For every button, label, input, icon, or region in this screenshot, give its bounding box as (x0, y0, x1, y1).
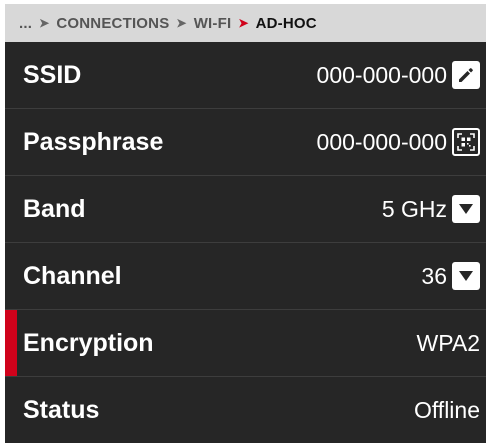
setting-value: 000-000-000 (316, 128, 447, 155)
setting-label: Channel (23, 261, 122, 290)
setting-label: Passphrase (23, 127, 164, 156)
setting-row-encryption[interactable]: Encryption WPA2 (5, 310, 486, 377)
breadcrumb-active-separator-icon: ➤ (238, 16, 249, 30)
breadcrumb-separator-icon: ➤ (39, 16, 50, 30)
breadcrumb-separator-icon: ➤ (176, 16, 187, 30)
qr-code-icon[interactable] (452, 128, 480, 156)
setting-label: SSID (23, 60, 82, 89)
breadcrumb: ... ➤ CONNECTIONS ➤ WI-FI ➤ AD-HOC (5, 4, 486, 42)
setting-value: WPA2 (416, 329, 480, 356)
setting-value: 36 (421, 262, 447, 289)
edit-icon[interactable] (452, 61, 480, 89)
dropdown-icon[interactable] (452, 262, 480, 290)
breadcrumb-ellipsis[interactable]: ... (19, 15, 32, 32)
setting-value: 000-000-000 (316, 61, 447, 88)
setting-row-band[interactable]: Band 5 GHz (5, 176, 486, 243)
setting-row-channel[interactable]: Channel 36 (5, 243, 486, 310)
setting-row-ssid[interactable]: SSID 000-000-000 (5, 42, 486, 109)
setting-label: Encryption (23, 328, 154, 357)
setting-label: Status (23, 396, 100, 424)
setting-label: Band (23, 194, 86, 223)
selection-indicator (5, 310, 17, 376)
setting-row-passphrase[interactable]: Passphrase 000-000-000 (5, 109, 486, 176)
setting-value: Offline (413, 397, 480, 423)
settings-screen: ... ➤ CONNECTIONS ➤ WI-FI ➤ AD-HOC SSID … (5, 4, 486, 443)
setting-value: 5 GHz (381, 195, 447, 222)
breadcrumb-wifi[interactable]: WI-FI (194, 15, 232, 32)
breadcrumb-current: AD-HOC (255, 14, 317, 32)
setting-row-status: Status Offline (5, 377, 486, 443)
dropdown-icon[interactable] (452, 195, 480, 223)
breadcrumb-connections[interactable]: CONNECTIONS (56, 15, 169, 32)
